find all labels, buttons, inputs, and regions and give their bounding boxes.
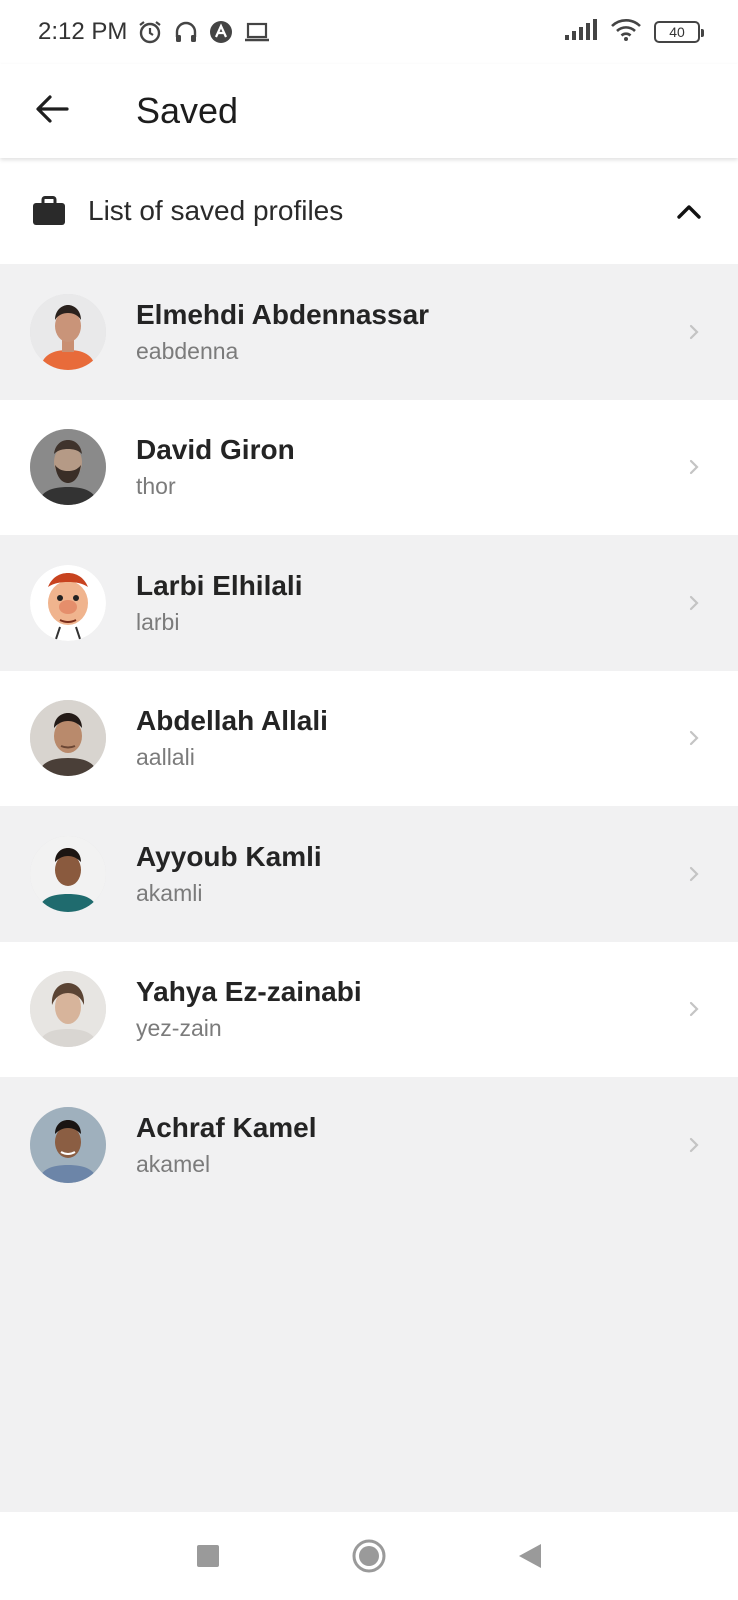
briefcase-icon: [32, 196, 66, 226]
avatar: [30, 293, 106, 370]
status-left: 2:12 PM: [38, 18, 271, 46]
profile-text: Larbi Elhilali larbi: [136, 568, 688, 638]
arrow-left-icon: [35, 94, 69, 129]
chevron-right-icon: [688, 594, 700, 612]
chevron-right-icon: [688, 865, 700, 883]
system-nav-bar: [0, 1512, 738, 1600]
profile-login: akamel: [136, 1150, 211, 1177]
chevron-right-icon: [688, 1136, 700, 1154]
section-title: List of saved profiles: [88, 195, 344, 226]
wifi-icon: [610, 18, 642, 47]
avatar: [30, 835, 106, 912]
profile-login: thor: [136, 473, 176, 500]
profile-name: Achraf Kamel: [136, 1111, 317, 1143]
list-item[interactable]: Ayyoub Kamli akamli: [0, 806, 738, 942]
profile-name: Elmehdi Abdennassar: [136, 298, 430, 330]
status-right: 40: [564, 18, 704, 47]
list-item[interactable]: Elmehdi Abdennassar eabdenna: [0, 264, 738, 400]
list-item[interactable]: David Giron thor: [0, 399, 738, 535]
list-item[interactable]: Abdellah Allali aallali: [0, 670, 738, 806]
saved-profiles-header[interactable]: List of saved profiles: [0, 158, 738, 264]
recents-square-icon[interactable]: [195, 1543, 221, 1569]
laptop-icon: [243, 20, 271, 44]
chevron-right-icon: [688, 729, 700, 747]
profile-login: yez-zain: [136, 1015, 222, 1042]
profile-text: Yahya Ez-zainabi yez-zain: [136, 974, 688, 1044]
profile-text: Achraf Kamel akamel: [136, 1110, 688, 1180]
profile-list: Elmehdi Abdennassar eabdenna David Giron…: [0, 264, 738, 1213]
battery-indicator: 40: [654, 21, 704, 43]
profile-login: aallali: [136, 744, 195, 771]
profile-name: Larbi Elhilali: [136, 569, 303, 601]
avatar: [30, 429, 106, 506]
profile-text: Abdellah Allali aallali: [136, 703, 688, 773]
alarm-icon: [137, 19, 163, 45]
chevron-right-icon: [688, 1000, 700, 1018]
profile-login: eabdenna: [136, 337, 239, 364]
avatar: [30, 700, 106, 777]
list-item[interactable]: Yahya Ez-zainabi yez-zain: [0, 941, 738, 1077]
back-button[interactable]: [22, 81, 82, 141]
status-bar: 2:12 PM 40: [0, 0, 738, 64]
chevron-right-icon: [688, 458, 700, 476]
home-circle-icon[interactable]: [351, 1538, 387, 1574]
headphones-icon: [173, 19, 199, 45]
profile-name: Ayyoub Kamli: [136, 840, 322, 872]
avatar: [30, 1106, 106, 1183]
status-time: 2:12 PM: [38, 18, 128, 45]
profile-text: David Giron thor: [136, 432, 688, 502]
back-triangle-icon[interactable]: [517, 1542, 543, 1570]
profile-name: David Giron: [136, 434, 295, 466]
profile-name: Abdellah Allali: [136, 705, 328, 737]
avatar: [30, 564, 106, 641]
profile-login: larbi: [136, 608, 180, 635]
list-item[interactable]: Larbi Elhilali larbi: [0, 535, 738, 671]
page-title: Saved: [136, 90, 239, 131]
profile-name: Yahya Ez-zainabi: [136, 976, 362, 1008]
chevron-up-icon[interactable]: [676, 202, 702, 220]
app-a-icon: [209, 20, 233, 44]
profile-text: Elmehdi Abdennassar eabdenna: [136, 297, 688, 367]
signal-icon: [564, 18, 598, 46]
avatar: [30, 971, 106, 1048]
list-item[interactable]: Achraf Kamel akamel: [0, 1077, 738, 1213]
profile-login: akamli: [136, 879, 203, 906]
profile-text: Ayyoub Kamli akamli: [136, 839, 688, 909]
app-bar: Saved: [0, 64, 738, 158]
chevron-right-icon: [688, 323, 700, 341]
